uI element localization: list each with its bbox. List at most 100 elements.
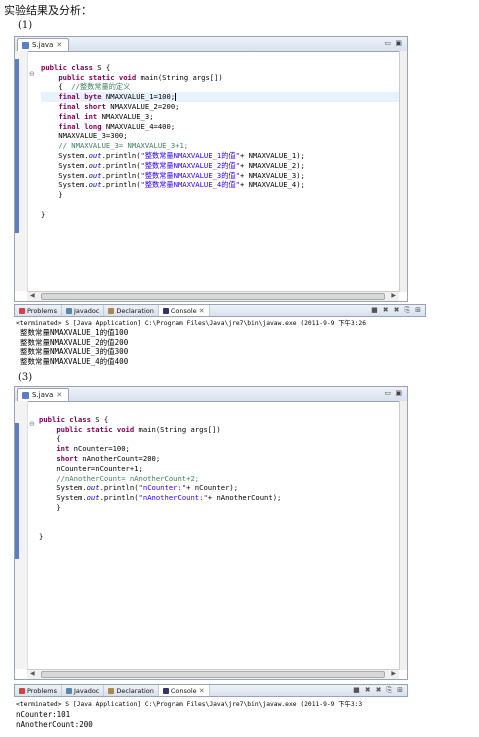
tab-label: S.java bbox=[32, 41, 54, 49]
code-line[interactable]: public class S { bbox=[39, 415, 399, 425]
code-line[interactable]: final byte NMAXVALUE_1=100; bbox=[41, 92, 399, 102]
scroll-left-icon[interactable]: ◀ bbox=[30, 670, 35, 677]
code-line[interactable]: public static void main(String args[]) bbox=[41, 73, 399, 83]
code-area[interactable]: public class S { public static void main… bbox=[41, 53, 399, 220]
javadoc-icon bbox=[65, 307, 72, 314]
close-icon[interactable]: ✕ bbox=[56, 39, 62, 51]
console-output-line: 整数常量NMAXVALUE_2的值200 bbox=[20, 337, 129, 347]
minimize-icon[interactable]: ▭ bbox=[384, 389, 391, 397]
tab-label: Problems bbox=[27, 686, 57, 695]
remove-launch-icon[interactable]: ✖ bbox=[383, 306, 389, 315]
console-output-line: 整数常量NMAXVALUE_1的值100 bbox=[20, 328, 129, 337]
console-icon bbox=[162, 687, 169, 694]
code-line[interactable]: } bbox=[39, 503, 399, 513]
code-line[interactable]: System.out.println("整数常量NMAXVALUE_2的值"+ … bbox=[41, 161, 399, 171]
code-editor-2[interactable]: S.java ✕ ▭ ▣ ⊖ public class S { public s… bbox=[14, 386, 408, 680]
console-icon bbox=[162, 307, 169, 314]
tab-javadoc[interactable]: Javadoc bbox=[62, 685, 105, 696]
remove-all-icon[interactable]: ✖ bbox=[376, 686, 382, 695]
change-ruler bbox=[15, 59, 19, 233]
editor-tab-bar: S.java ✕ ▭ ▣ bbox=[15, 37, 407, 52]
code-line[interactable]: { //整数常量的定义 bbox=[41, 82, 399, 92]
code-line[interactable]: public static void main(String args[]) bbox=[39, 425, 399, 435]
tab-label: Console bbox=[170, 686, 197, 695]
pin-icon[interactable]: ⊞ bbox=[415, 306, 421, 315]
code-line[interactable]: public class S { bbox=[41, 63, 399, 73]
code-editor-1[interactable]: S.java ✕ ▭ ▣ ⊖ public class S { public s… bbox=[14, 36, 408, 302]
text-cursor bbox=[175, 93, 177, 102]
code-line[interactable]: int nCounter=100; bbox=[39, 444, 399, 454]
tab-label: Declaration bbox=[116, 306, 154, 315]
code-line[interactable] bbox=[41, 53, 399, 63]
section-1-label: (1) bbox=[18, 20, 33, 31]
code-line[interactable]: { bbox=[39, 434, 399, 444]
clear-console-icon[interactable]: ⎘ bbox=[387, 686, 393, 695]
code-line[interactable]: System.out.println("整数常量NMAXVALUE_1的值"+ … bbox=[41, 151, 399, 161]
code-line[interactable]: System.out.println("整数常量NMAXVALUE_3的值"+ … bbox=[41, 171, 399, 181]
problems-icon bbox=[19, 687, 25, 694]
horizontal-scrollbar[interactable]: ◀ ▶ bbox=[27, 669, 399, 679]
scroll-right-icon[interactable]: ▶ bbox=[391, 670, 396, 677]
tab-problems[interactable]: Problems bbox=[15, 305, 62, 316]
maximize-icon[interactable]: ▣ bbox=[395, 389, 402, 397]
remove-launch-icon[interactable]: ✖ bbox=[365, 686, 371, 695]
tab-console[interactable]: Console ✕ bbox=[158, 305, 210, 316]
tab-label: Javadoc bbox=[73, 306, 100, 315]
maximize-icon[interactable]: ▣ bbox=[395, 39, 402, 47]
code-line[interactable] bbox=[39, 405, 399, 415]
tab-javadoc[interactable]: Javadoc bbox=[62, 305, 105, 316]
code-line[interactable]: //nAnotherCount= nAnotherCount+2; bbox=[39, 474, 399, 484]
code-line[interactable] bbox=[39, 513, 399, 523]
code-line[interactable]: System.out.println("nCounter:"+ nCounter… bbox=[39, 483, 399, 493]
code-line[interactable]: } bbox=[41, 190, 399, 200]
code-line[interactable]: System.out.println("nAnotherCount:"+ nAn… bbox=[39, 493, 399, 503]
tab-label: S.java bbox=[32, 391, 54, 399]
code-line[interactable]: nCounter=nCounter+1; bbox=[39, 464, 399, 474]
close-icon[interactable]: ✕ bbox=[56, 389, 62, 401]
code-area[interactable]: public class S { public static void main… bbox=[39, 405, 399, 542]
code-line[interactable]: NMAXVALUE_3=300; bbox=[41, 131, 399, 141]
stop-icon[interactable]: ■ bbox=[353, 686, 360, 695]
code-line[interactable] bbox=[39, 523, 399, 533]
vertical-scrollbar[interactable] bbox=[399, 401, 407, 670]
minimize-icon[interactable]: ▭ bbox=[384, 39, 391, 47]
tab-s-java[interactable]: S.java ✕ bbox=[17, 388, 70, 401]
close-icon[interactable]: ✕ bbox=[199, 307, 205, 315]
code-line[interactable]: short nAnotherCount=200; bbox=[39, 454, 399, 464]
code-line[interactable]: } bbox=[39, 532, 399, 542]
problems-icon bbox=[19, 307, 25, 314]
fold-icon[interactable]: ⊖ bbox=[29, 70, 35, 78]
fold-icon[interactable]: ⊖ bbox=[29, 420, 35, 428]
scroll-right-icon[interactable]: ▶ bbox=[391, 292, 396, 299]
code-line[interactable]: // NMAXVALUE_3= NMAXVALUE_3+1; bbox=[41, 141, 399, 151]
code-line[interactable]: System.out.println("整数常量NMAXVALUE_4的值"+ … bbox=[41, 180, 399, 190]
tab-declaration[interactable]: Declaration bbox=[104, 305, 159, 316]
code-line[interactable]: final short NMAXVALUE_2=200; bbox=[41, 102, 399, 112]
tab-declaration[interactable]: Declaration bbox=[104, 685, 159, 696]
code-line[interactable]: final long NMAXVALUE_4=400; bbox=[41, 122, 399, 132]
tab-problems[interactable]: Problems bbox=[15, 685, 62, 696]
remove-all-icon[interactable]: ✖ bbox=[394, 306, 400, 315]
code-line[interactable] bbox=[41, 200, 399, 210]
results-heading: 实验结果及分析： bbox=[4, 4, 92, 17]
clear-console-icon[interactable]: ⎘ bbox=[405, 306, 411, 315]
section-3-label: (3) bbox=[18, 372, 33, 383]
horizontal-scrollbar[interactable]: ◀ ▶ bbox=[27, 291, 399, 301]
tab-console[interactable]: Console ✕ bbox=[158, 685, 210, 696]
pin-icon[interactable]: ⊞ bbox=[397, 686, 403, 695]
scroll-thumb[interactable] bbox=[41, 671, 385, 678]
code-line[interactable]: final int NMAXVALUE_3; bbox=[41, 112, 399, 122]
declaration-icon bbox=[108, 687, 115, 694]
code-line[interactable]: } bbox=[41, 210, 399, 220]
scroll-thumb[interactable] bbox=[41, 293, 385, 300]
scroll-left-icon[interactable]: ◀ bbox=[30, 292, 35, 299]
tab-label: Problems bbox=[27, 306, 57, 315]
change-ruler bbox=[15, 423, 19, 559]
close-icon[interactable]: ✕ bbox=[199, 687, 205, 695]
vertical-scrollbar[interactable] bbox=[399, 51, 407, 292]
tab-s-java[interactable]: S.java ✕ bbox=[17, 38, 70, 51]
stop-icon[interactable]: ■ bbox=[371, 306, 378, 315]
console-output-2: nCounter:101 nAnotherCount:200 bbox=[16, 710, 93, 729]
console-tab-bar-1: Problems Javadoc Declaration Console ✕ ■ … bbox=[14, 304, 426, 317]
tab-label: Declaration bbox=[116, 686, 154, 695]
